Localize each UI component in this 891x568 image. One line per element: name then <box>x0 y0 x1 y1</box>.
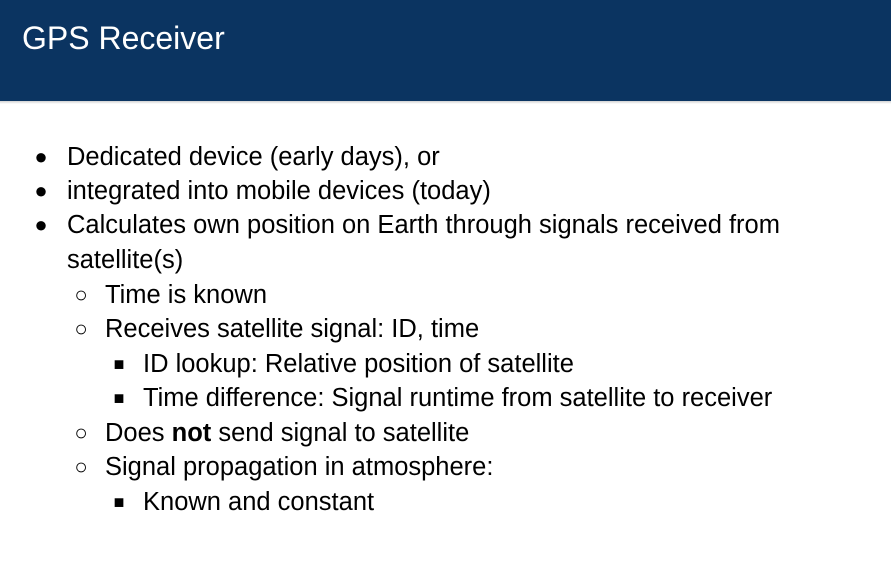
bullet-text-calculates-position: Calculates own position on Earth through… <box>67 211 780 239</box>
bullet-text-calculates-position-cont: satellite(s) <box>67 246 184 274</box>
bullet-circle-icon: ○ <box>74 316 88 341</box>
slide-body: ● Dedicated device (early days), or ● in… <box>0 0 891 568</box>
bullet-circle-icon: ○ <box>74 454 88 479</box>
bullet-text-time-difference: Time difference: Signal runtime from sat… <box>143 384 773 412</box>
bullet-square-icon: ■ <box>113 388 125 408</box>
bullet-circle-icon: ○ <box>74 282 88 307</box>
bullet-text-integrated-mobile: integrated into mobile devices (today) <box>67 177 491 205</box>
bullet-text-does-not-send: Does not send signal to satellite <box>105 416 469 450</box>
bullet-text-dedicated-device: Dedicated device (early days), or <box>67 143 440 171</box>
bullet-disc-icon: ● <box>34 144 48 169</box>
bullet-text-known-constant: Known and constant <box>143 488 375 516</box>
text-does: Does <box>105 419 172 447</box>
bullet-square-icon: ■ <box>113 354 125 374</box>
bullet-text-signal-propagation: Signal propagation in atmosphere: <box>105 453 494 481</box>
bullet-text-time-known: Time is known <box>105 281 268 309</box>
text-not-emphasis: not <box>171 419 212 447</box>
bullet-text-receives-signal: Receives satellite signal: ID, time <box>105 315 480 343</box>
bullet-circle-icon: ○ <box>74 420 88 445</box>
bullet-text-id-lookup: ID lookup: Relative position of satellit… <box>143 350 574 378</box>
bullet-square-icon: ■ <box>113 492 125 512</box>
text-send-signal: send signal to satellite <box>211 419 470 447</box>
bullet-disc-icon: ● <box>34 212 48 237</box>
bullet-disc-icon: ● <box>34 178 48 203</box>
